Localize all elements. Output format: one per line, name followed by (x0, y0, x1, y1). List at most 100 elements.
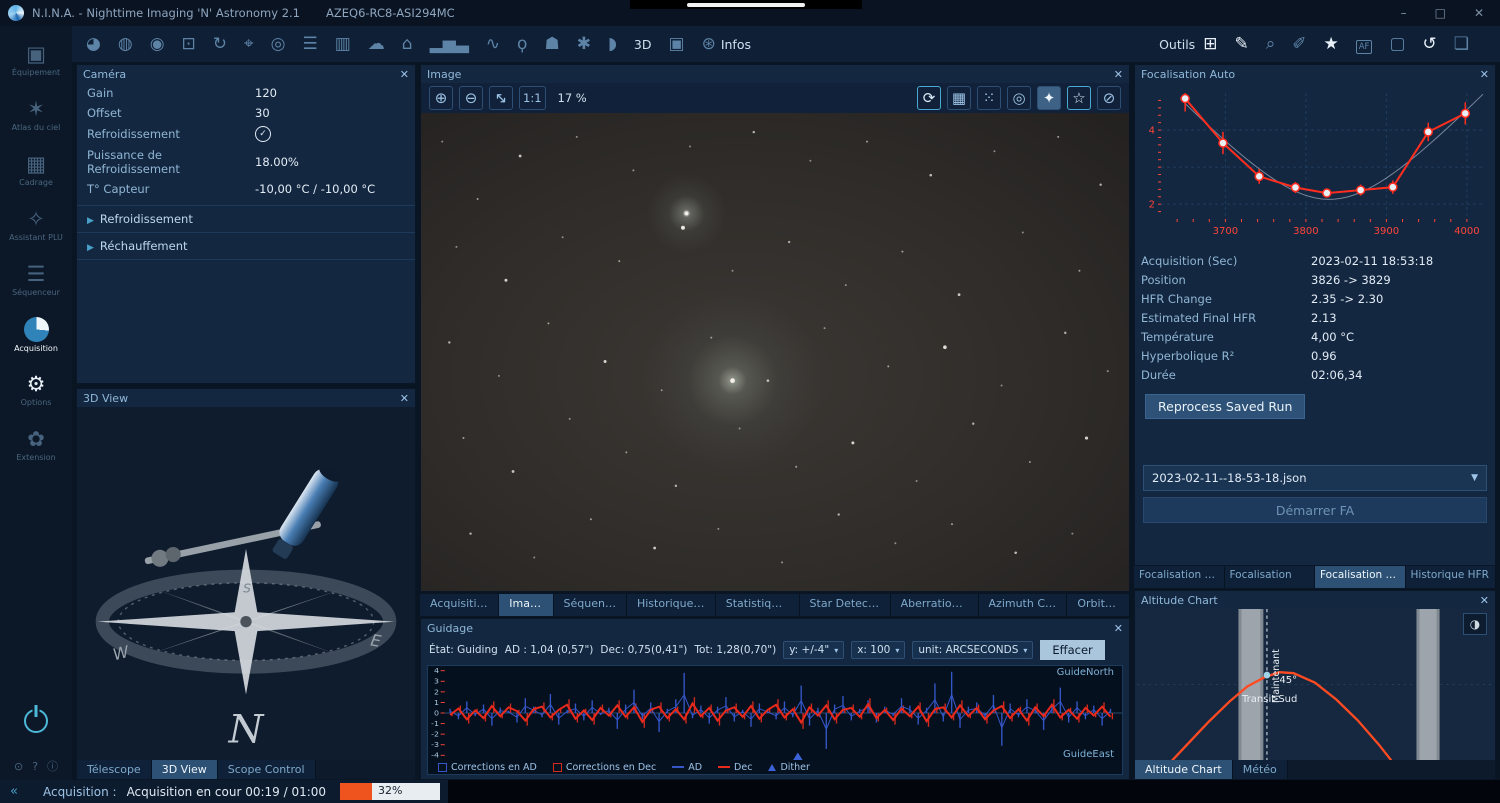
plugin-flower-icon[interactable]: ✱ (577, 34, 591, 54)
planet-icon[interactable]: ◗ (608, 34, 617, 54)
maximize-button[interactable]: □ (1435, 6, 1446, 20)
tab-historique-in[interactable]: Historique In (627, 594, 716, 616)
zoom-out-button[interactable]: ⊖ (459, 86, 483, 110)
tab-statistiques[interactable]: Statistiques (716, 594, 800, 616)
expander-refroidissement[interactable]: ▶Refroidissement (77, 205, 415, 233)
imaging-icon (24, 317, 49, 342)
star-detection-button[interactable]: ⁙ (977, 86, 1001, 110)
telescope-icon[interactable]: ⌖ (244, 34, 254, 54)
tab-focalisation-aut[interactable]: Focalisation Aut (1315, 566, 1406, 588)
tab-t-lescope[interactable]: Télescope (77, 760, 152, 779)
telescope-3d-model[interactable]: N W E S (77, 407, 415, 760)
tab-aberration-ir[interactable]: Aberration Ir (891, 594, 979, 616)
tab-focalisation-ma[interactable]: Focalisation Ma (1134, 566, 1225, 588)
3d-view-panel-close-icon[interactable]: ✕ (400, 392, 409, 405)
reprocess-saved-run-button[interactable]: Reprocess Saved Run (1145, 394, 1305, 419)
star-icon[interactable]: ★ (1323, 34, 1338, 54)
rotator-icon[interactable]: ↻ (213, 34, 227, 54)
flat-panel-icon[interactable]: ☰ (302, 34, 317, 54)
modules-grid-icon[interactable]: ⊞ (1203, 34, 1217, 54)
camera-panel-close-icon[interactable]: ✕ (400, 68, 409, 81)
focus-tab-strip: Focalisation MaFocalisationFocalisation … (1134, 566, 1496, 588)
crosshair-button[interactable]: ◎ (1007, 86, 1031, 110)
tab-altitude-chart[interactable]: Altitude Chart (1135, 760, 1233, 779)
moon-phase-button[interactable]: ◑ (1463, 613, 1487, 635)
tab-acquisition[interactable]: Acquisition (420, 594, 499, 616)
bar-chart-icon[interactable]: ▂▅▃ (430, 34, 469, 54)
tab-orbitals[interactable]: Orbitals (1067, 594, 1130, 616)
auto-stretch-wand-button[interactable]: ✦ (1037, 86, 1061, 110)
clear-guide-graph-button[interactable]: Effacer (1040, 640, 1104, 660)
tab-scope-control[interactable]: Scope Control (218, 760, 316, 779)
guide-unit-select[interactable]: unit: ARCSECONDS▾ (912, 641, 1033, 659)
sidebar-item-cadrage[interactable]: ▦ Cadrage (0, 146, 72, 193)
one-to-one-button[interactable]: 1:1 (519, 86, 546, 110)
magnifier-icon[interactable]: ⌕ (1266, 34, 1276, 54)
tab-s-quence[interactable]: Séquence (554, 594, 627, 616)
power-icon (24, 709, 48, 733)
info-circle-icon[interactable]: ⓘ (47, 758, 58, 774)
brush-icon[interactable]: ✐ (1292, 34, 1306, 54)
sidebar-item-extension[interactable]: ✿ Extension (0, 421, 72, 468)
autofocus-panel-close-icon[interactable]: ✕ (1480, 68, 1489, 81)
3d-view-button[interactable]: 3D (634, 37, 652, 52)
dome-icon[interactable]: ⌂ (402, 34, 413, 54)
image-frame-icon[interactable]: ▣ (669, 34, 685, 54)
start-autofocus-button[interactable]: Démarrer FA (1143, 497, 1487, 523)
camera-icon[interactable]: ◕ (86, 34, 101, 54)
tab-3d-view[interactable]: 3D View (152, 760, 218, 779)
guider-icon[interactable]: ◎ (271, 34, 286, 54)
sidebar-item-acquisition[interactable]: Acquisition (0, 311, 72, 358)
shield-icon[interactable]: ☗ (544, 34, 559, 54)
filter-wheel-icon[interactable]: ◉ (150, 34, 165, 54)
power-button[interactable] (0, 697, 72, 744)
tab-star-detectio[interactable]: Star Detectio (800, 594, 891, 616)
guide-xscale-select[interactable]: x: 100▾ (851, 641, 905, 659)
sidebar-item-options[interactable]: ⚙ Options (0, 366, 72, 413)
help-icon[interactable]: ? (32, 760, 38, 773)
svg-text:-2: -2 (431, 730, 439, 738)
captured-image-canvas[interactable] (421, 113, 1129, 591)
eye-icon[interactable]: ⊙ (14, 760, 23, 773)
sidebar-item-equipement[interactable]: ▣ Équipement (0, 36, 72, 83)
tab-historique-hfr[interactable]: Historique HFR (1406, 566, 1497, 588)
bulb-icon[interactable]: ϙ (517, 34, 527, 54)
altitude-panel-close-icon[interactable]: ✕ (1480, 594, 1489, 607)
grid-overlay-button[interactable]: ▦ (947, 86, 971, 110)
altitude-panel: Altitude Chart ✕ Maintenant 45° Transit … (1134, 590, 1496, 780)
guide-yscale-select[interactable]: y: +/-4"▾ (783, 641, 844, 659)
pen-icon[interactable]: ✎ (1234, 34, 1248, 54)
zoom-in-button[interactable]: ⊕ (429, 86, 453, 110)
autofocus-button[interactable]: AF (1356, 40, 1373, 54)
observatory-globe-icon[interactable]: ◍ (118, 34, 133, 54)
image-panel: Image ✕ ⊕⊖↔1:117 % ⟳▦⁙◎✦☆⊘ (420, 64, 1130, 592)
auto-rotate-button[interactable]: ⟳ (917, 86, 941, 110)
focuser-icon[interactable]: ⊡ (182, 34, 196, 54)
expander-réchauffement[interactable]: ▶Réchauffement (77, 233, 415, 260)
close-button[interactable]: ✕ (1474, 6, 1484, 20)
tab-image[interactable]: Image (499, 594, 553, 616)
fullscreen-icon[interactable]: ❏ (1454, 34, 1469, 54)
sidebar-item-assistant-plu[interactable]: ✧ Assistant PLU (0, 201, 72, 248)
minimize-button[interactable]: – (1401, 6, 1407, 20)
sidebar-item-atlas-du-ciel[interactable]: ✶ Atlas du ciel (0, 91, 72, 138)
frame-box-icon[interactable]: ▢ (1389, 34, 1405, 54)
collapse-sidebar-button[interactable]: « (10, 784, 17, 799)
fit-to-screen-button[interactable]: ↔ (489, 86, 513, 110)
tab-azimuth-cha[interactable]: Azimuth Cha (979, 594, 1068, 616)
guidage-panel-close-icon[interactable]: ✕ (1114, 622, 1123, 635)
saved-run-dropdown[interactable]: 2023-02-11--18-53-18.json▼ (1143, 465, 1487, 491)
image-panel-close-icon[interactable]: ✕ (1114, 68, 1123, 81)
info-wheel-icon[interactable]: ⊛Infos (702, 34, 751, 54)
switch-icon[interactable]: ▥ (335, 34, 351, 54)
tab-m-t-o[interactable]: Météo (1233, 760, 1288, 779)
star-annotate-button[interactable]: ☆ (1067, 86, 1091, 110)
autofocus-panel: Focalisation Auto ✕ 370038003900400024 A… (1134, 64, 1496, 566)
history-icon[interactable]: ↺ (1423, 34, 1437, 54)
sidebar-item-sequenceur[interactable]: ☰ Séquenceur (0, 256, 72, 303)
altitude-chart: Maintenant 45° Transit Sud ◑ (1137, 609, 1493, 760)
tab-focalisation[interactable]: Focalisation (1225, 566, 1316, 588)
no-annotate-button[interactable]: ⊘ (1097, 86, 1121, 110)
weather-cloud-icon[interactable]: ☁ (368, 34, 385, 54)
signal-graph-icon[interactable]: ∿ (486, 34, 500, 54)
